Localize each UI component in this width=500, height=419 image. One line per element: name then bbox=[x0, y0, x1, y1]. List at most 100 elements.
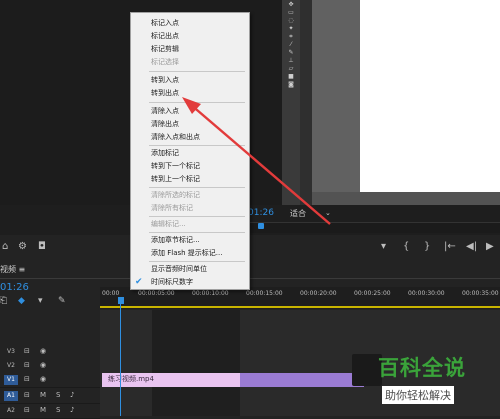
menu-item-prev-marker[interactable]: 转到上一个标记 bbox=[131, 173, 249, 186]
menu-icon[interactable]: ≡ bbox=[19, 265, 26, 274]
quick-mask-icon[interactable]: ◙ bbox=[285, 82, 297, 88]
eraser-tool-icon[interactable]: ▱ bbox=[285, 66, 297, 72]
menu-item-clear-in[interactable]: 清除入点 bbox=[131, 105, 249, 118]
eye-icon[interactable]: ◉ bbox=[40, 375, 46, 383]
sequence-tab[interactable]: 视频 ≡ bbox=[0, 264, 70, 278]
mute-button[interactable]: M bbox=[40, 406, 46, 414]
settings-icon[interactable]: ⚙ bbox=[18, 241, 27, 252]
track-header-a2[interactable]: A2 ⊟ M S ♪ bbox=[0, 404, 100, 419]
drop-icon[interactable]: ⌂ bbox=[2, 241, 8, 252]
mark-in-icon[interactable]: { bbox=[403, 241, 409, 252]
playhead-icon[interactable] bbox=[118, 297, 124, 304]
menu-item-time-ruler-numbers[interactable]: 时间标尺数字 bbox=[131, 276, 249, 289]
camera-icon[interactable]: ◘ bbox=[38, 241, 46, 252]
photoshop-window: ✥ ▭ ◌ ✦ ⌗ ⁄ ✎ ⊥ ▱ ■ ◙ bbox=[282, 0, 500, 210]
ruler-label: 00:00 bbox=[102, 290, 120, 297]
go-to-in-icon[interactable]: |← bbox=[444, 241, 456, 252]
work-area-bar[interactable] bbox=[100, 306, 500, 308]
menu-item-mark-selection: 标记选择 bbox=[151, 58, 179, 66]
photoshop-pasteboard bbox=[312, 0, 360, 192]
microphone-icon[interactable]: ♪ bbox=[70, 391, 74, 399]
crop-tool-icon[interactable]: ⌗ bbox=[285, 34, 297, 40]
sync-lock-icon[interactable]: ⊟ bbox=[24, 391, 30, 399]
wand-tool-icon[interactable]: ✦ bbox=[285, 26, 297, 32]
menu-separator bbox=[149, 102, 245, 103]
menu-item-go-to-out[interactable]: 转到出点 bbox=[131, 87, 249, 100]
program-timecode[interactable]: 01:26 bbox=[248, 208, 274, 218]
playhead-line[interactable] bbox=[120, 297, 121, 416]
move-tool-icon[interactable]: ✥ bbox=[285, 2, 297, 8]
ruler-label: 00:00:15:00 bbox=[246, 290, 283, 297]
track-label[interactable]: A2 bbox=[4, 406, 18, 416]
menu-item-next-marker[interactable]: 转到下一个标记 bbox=[131, 160, 249, 173]
menu-item-add-chapter-marker[interactable]: 添加章节标记... bbox=[131, 234, 249, 247]
menu-separator bbox=[149, 145, 245, 146]
menu-separator bbox=[149, 261, 245, 262]
lasso-tool-icon[interactable]: ◌ bbox=[285, 18, 297, 24]
track-label[interactable]: V3 bbox=[4, 347, 18, 357]
menu-item-mark-out[interactable]: 标记出点 bbox=[131, 30, 249, 43]
menu-item-mark-clip[interactable]: 标记剪辑 bbox=[131, 43, 249, 56]
ruler-label: 00:00:20:00 bbox=[300, 290, 337, 297]
menu-item-go-to-in[interactable]: 转到入点 bbox=[131, 74, 249, 87]
brush-tool-icon[interactable]: ✎ bbox=[285, 50, 297, 56]
program-time-ruler[interactable] bbox=[250, 222, 500, 233]
track-header-a1[interactable]: A1 ⊟ M S ♪ bbox=[0, 389, 100, 404]
foreground-color-icon[interactable]: ■ bbox=[285, 74, 297, 80]
sequence-tab-label: 视频 bbox=[0, 265, 16, 274]
sync-lock-icon[interactable]: ⊟ bbox=[24, 375, 30, 383]
watermark: 百科全说 助你轻松解决 bbox=[352, 350, 497, 412]
menu-item-clear-all-markers: 清除所有标记 bbox=[151, 204, 193, 212]
track-header-v2[interactable]: V2 ⊟ ◉ bbox=[0, 359, 100, 374]
step-back-icon[interactable]: ◀| bbox=[466, 241, 477, 252]
solo-button[interactable]: S bbox=[56, 406, 60, 414]
track-label[interactable]: V1 bbox=[4, 375, 18, 385]
sync-lock-icon[interactable]: ⊟ bbox=[24, 361, 30, 369]
photoshop-options-strip bbox=[300, 0, 312, 210]
ruler-label: 00:00:30:00 bbox=[408, 290, 445, 297]
marquee-tool-icon[interactable]: ▭ bbox=[285, 10, 297, 16]
menu-item-clear-in-out[interactable]: 清除入点和出点 bbox=[131, 131, 249, 144]
menu-item-add-flash-marker[interactable]: 添加 Flash 提示标记... bbox=[131, 247, 249, 260]
chevron-down-icon[interactable]: ⌄ bbox=[325, 209, 331, 217]
watermark-title: 百科全说 bbox=[378, 356, 466, 380]
play-icon[interactable]: ▶ bbox=[486, 241, 494, 252]
snap-icon[interactable]: ◆ bbox=[18, 296, 25, 306]
sync-lock-icon[interactable]: ⊟ bbox=[24, 347, 30, 355]
menu-item-mark-in[interactable]: 标记入点 bbox=[131, 17, 249, 30]
microphone-icon[interactable]: ♪ bbox=[70, 406, 74, 414]
menu-separator bbox=[149, 216, 245, 217]
fit-dropdown[interactable]: 适合 bbox=[290, 208, 306, 219]
track-header-v1[interactable]: V1 ⊟ ◉ bbox=[0, 373, 100, 388]
photoshop-toolbar: ✥ ▭ ◌ ✦ ⌗ ⁄ ✎ ⊥ ▱ ■ ◙ bbox=[282, 0, 301, 210]
menu-item-add-marker[interactable]: 添加标记 bbox=[131, 147, 249, 160]
track-label[interactable]: V2 bbox=[4, 361, 18, 371]
program-playhead-icon[interactable] bbox=[258, 223, 264, 229]
photoshop-canvas[interactable] bbox=[360, 0, 500, 192]
mute-button[interactable]: M bbox=[40, 391, 46, 399]
menu-item-clear-out[interactable]: 清除出点 bbox=[131, 118, 249, 131]
menu-item-edit-marker: 编辑标记... bbox=[151, 220, 186, 228]
sequence-timecode[interactable]: 01:26 bbox=[0, 282, 29, 293]
mark-out-icon[interactable]: } bbox=[424, 241, 430, 252]
solo-button[interactable]: S bbox=[56, 391, 60, 399]
wrench-icon[interactable]: ✎ bbox=[58, 296, 66, 306]
eyedropper-tool-icon[interactable]: ⁄ bbox=[285, 42, 297, 48]
eye-icon[interactable]: ◉ bbox=[40, 347, 46, 355]
marker-icon[interactable]: ▾ bbox=[38, 296, 43, 306]
sync-lock-icon[interactable]: ⊟ bbox=[24, 406, 30, 414]
nest-icon[interactable]: ⎗ bbox=[0, 296, 7, 306]
video-clip-tail[interactable] bbox=[240, 373, 364, 387]
divider bbox=[0, 278, 500, 279]
add-marker-icon[interactable]: ▾ bbox=[381, 241, 386, 252]
menu-item-show-audio-units[interactable]: 显示音频时间单位 bbox=[131, 263, 249, 276]
track-area-shade bbox=[152, 310, 240, 416]
track-header-v3[interactable]: V3 ⊟ ◉ bbox=[0, 345, 100, 360]
menu-separator bbox=[149, 232, 245, 233]
track-label[interactable]: A1 bbox=[4, 391, 18, 401]
clip-name: 练习视频.mp4 bbox=[108, 375, 154, 383]
checkmark-icon: ✔ bbox=[135, 277, 143, 287]
eye-icon[interactable]: ◉ bbox=[40, 361, 46, 369]
stamp-tool-icon[interactable]: ⊥ bbox=[285, 58, 297, 64]
context-menu: 标记入点 标记出点 标记剪辑 标记选择 转到入点 转到出点 清除入点 清除出点 … bbox=[130, 12, 250, 290]
